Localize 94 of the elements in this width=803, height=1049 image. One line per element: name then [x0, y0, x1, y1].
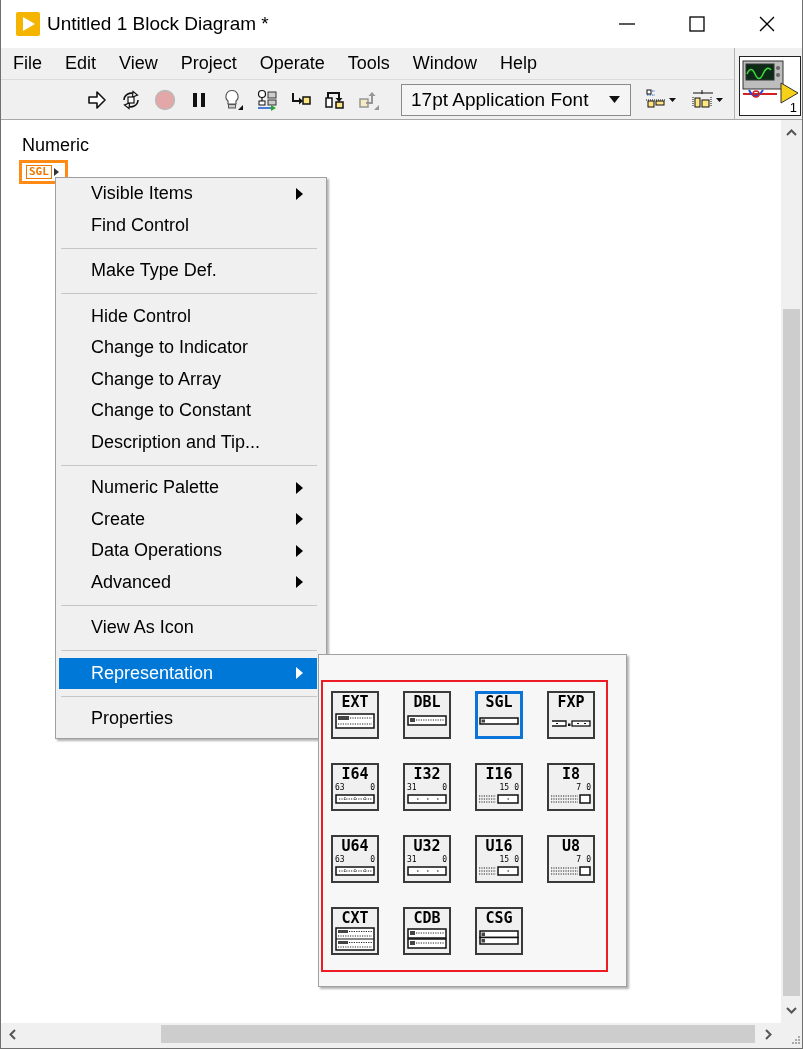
bit-index: 31 [407, 784, 417, 792]
align-objects-icon[interactable] [644, 88, 678, 111]
data-bar-icon [335, 794, 375, 804]
data-bar-icon [335, 927, 375, 951]
right-arrow-icon[interactable] [86, 88, 108, 111]
representation-option[interactable]: I8 7 0 [547, 763, 595, 811]
down-chevron-icon[interactable] [786, 1007, 797, 1014]
bit-index: 63 [335, 784, 345, 792]
bit-index: 0 [514, 856, 519, 864]
scrollbar-thumb[interactable] [783, 309, 800, 996]
menu-item[interactable]: Tools [347, 53, 390, 74]
context-menu-item[interactable]: Create [59, 503, 317, 535]
bit-index: 31 [407, 856, 417, 864]
resize-grip-icon[interactable] [791, 1035, 800, 1044]
close-icon [759, 16, 775, 32]
up-chevron-icon[interactable] [786, 129, 797, 136]
menu-item[interactable]: File [13, 53, 42, 74]
context-menu-item[interactable]: Numeric Palette [59, 472, 317, 504]
bit-index: 0 [370, 856, 375, 864]
scrollbar-thumb[interactable] [161, 1025, 755, 1043]
representation-option[interactable]: CXT [331, 907, 379, 955]
menu-item[interactable]: View [119, 53, 158, 74]
window-title: Untitled 1 Block Diagram * [47, 13, 270, 35]
context-menu-item[interactable]: Hide Control [59, 300, 317, 332]
context-menu-item[interactable]: Change to Indicator [59, 332, 317, 364]
representation-option[interactable]: U32 31 0 [403, 835, 451, 883]
data-bar-icon [407, 715, 447, 726]
data-bar-icon [551, 720, 591, 727]
caret-icon [609, 96, 620, 103]
bit-index: 0 [586, 856, 591, 864]
bit-index: 15 [499, 784, 510, 792]
context-menu-item[interactable]: Advanced [59, 566, 317, 598]
menu-item[interactable]: Edit [65, 53, 97, 74]
lightbulb-icon[interactable] [222, 88, 244, 111]
context-menu-item[interactable]: Find Control [59, 209, 317, 241]
bit-index: 0 [370, 784, 375, 792]
context-menu-item[interactable]: Visible Items [59, 178, 317, 210]
bit-index: 0 [442, 856, 447, 864]
triangle-logo-icon [16, 12, 40, 36]
data-bar-icon [551, 866, 591, 876]
representation-option[interactable]: DBL [403, 691, 451, 739]
context-menu-item[interactable]: Make Type Def. [59, 255, 317, 287]
data-bar-icon [551, 794, 591, 804]
terminal-label: Numeric [22, 135, 89, 156]
data-bar-icon [407, 866, 447, 876]
terminal-type: SGL [26, 165, 52, 179]
data-bar-icon [335, 713, 375, 729]
bit-index: 0 [442, 784, 447, 792]
minimize-icon [619, 23, 635, 25]
font-dropdown[interactable]: 17pt Application Font [401, 83, 631, 116]
menu-item[interactable]: Window [412, 53, 477, 74]
bit-index: 63 [335, 856, 345, 864]
context-menu-item[interactable]: Change to Array [59, 363, 317, 395]
vi-icon-number: 1 [789, 100, 797, 115]
representation-option[interactable]: I64 63 0 [331, 763, 379, 811]
menu-item[interactable]: Operate [259, 53, 325, 74]
representation-option[interactable]: EXT [331, 691, 379, 739]
wire-probe-icon[interactable] [256, 88, 278, 111]
context-menu-item[interactable]: Properties [59, 703, 317, 735]
menu-item[interactable]: Project [180, 53, 237, 74]
context-menu-item[interactable]: Change to Constant [59, 395, 317, 427]
representation-option[interactable]: U16 15 0 [475, 835, 523, 883]
data-bar-icon [335, 866, 375, 876]
bit-index: 7 [576, 856, 582, 864]
context-menu-item[interactable]: Description and Tip... [59, 426, 317, 458]
vi-icon-box[interactable]: 1 [739, 56, 801, 116]
representation-option[interactable]: CSG [475, 907, 523, 955]
data-bar-icon [407, 794, 447, 804]
menu-item[interactable]: Help [499, 53, 537, 74]
context-menu-item[interactable]: View As Icon [59, 612, 317, 644]
bit-index: 0 [514, 784, 519, 792]
representation-option[interactable]: U8 7 0 [547, 835, 595, 883]
representation-option[interactable]: CDB [403, 907, 451, 955]
representation-option[interactable]: I16 15 0 [475, 763, 523, 811]
representation-option[interactable]: U64 63 0 [331, 835, 379, 883]
context-menu-item[interactable]: Data Operations [59, 535, 317, 567]
data-bar-icon [479, 794, 519, 804]
bit-index: 7 [576, 784, 582, 792]
terminal-arrow-icon [53, 168, 59, 176]
representation-option[interactable]: SGL [475, 691, 523, 739]
left-chevron-icon[interactable] [9, 1028, 16, 1040]
maximize-icon [689, 16, 705, 32]
circling-arrows-icon[interactable] [120, 88, 142, 111]
data-bar-icon [479, 717, 519, 725]
data-bar-icon [407, 928, 447, 949]
right-chevron-icon[interactable] [765, 1028, 772, 1040]
data-bar-icon [479, 930, 519, 945]
data-bar-icon [479, 866, 519, 876]
bit-index: 0 [586, 784, 591, 792]
representation-option[interactable]: FXP [547, 691, 595, 739]
representation-option[interactable]: I32 31 0 [403, 763, 451, 811]
bit-index: 15 [499, 856, 510, 864]
context-menu-item[interactable]: Representation [59, 657, 317, 689]
distribute-objects-icon[interactable] [691, 88, 725, 111]
